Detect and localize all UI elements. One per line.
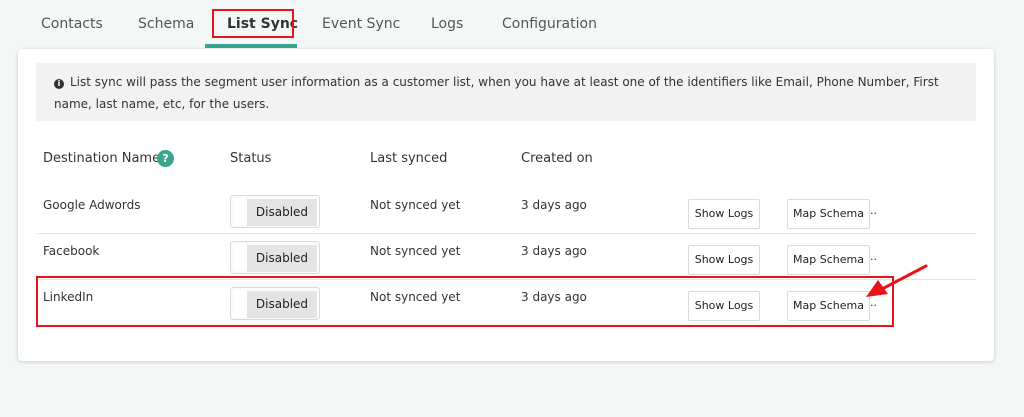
table-row: Google Adwords Disabled Not synced yet 3… <box>36 190 976 236</box>
tab-configuration[interactable]: Configuration <box>502 16 597 32</box>
show-logs-button[interactable]: Show Logs <box>688 199 760 229</box>
last-synced-value: Not synced yet <box>370 244 461 258</box>
tab-contacts[interactable]: Contacts <box>41 16 103 32</box>
tab-bar: Contacts Schema List Sync Event Sync Log… <box>0 0 1024 48</box>
header-status: Status <box>230 151 272 166</box>
status-toggle[interactable]: Disabled <box>230 195 320 228</box>
info-icon: i <box>54 79 64 89</box>
tab-event-sync[interactable]: Event Sync <box>322 16 400 32</box>
tab-highlight-box <box>212 9 294 38</box>
last-synced-value: Not synced yet <box>370 198 461 212</box>
toggle-knob <box>233 244 247 271</box>
more-menu[interactable]: .. <box>870 204 877 217</box>
status-toggle[interactable]: Disabled <box>230 241 320 274</box>
created-on-value: 3 days ago <box>521 244 587 258</box>
status-label: Disabled <box>247 245 317 272</box>
active-tab-indicator <box>205 44 297 48</box>
tab-logs[interactable]: Logs <box>431 16 463 32</box>
status-label: Disabled <box>247 199 317 226</box>
info-text: List sync will pass the segment user inf… <box>54 75 939 111</box>
destination-name: Facebook <box>43 244 100 258</box>
destination-name: Google Adwords <box>43 198 141 212</box>
tab-schema[interactable]: Schema <box>138 16 194 32</box>
header-last-synced: Last synced <box>370 151 448 166</box>
show-logs-button[interactable]: Show Logs <box>688 245 760 275</box>
row-divider <box>36 233 976 234</box>
help-icon[interactable]: ? <box>157 150 174 167</box>
map-schema-button[interactable]: Map Schema <box>787 199 870 229</box>
created-on-value: 3 days ago <box>521 198 587 212</box>
toggle-knob <box>233 198 247 225</box>
info-banner: i List sync will pass the segment user in… <box>36 63 976 121</box>
map-schema-button[interactable]: Map Schema <box>787 245 870 275</box>
header-destination-name: Destination Name <box>43 151 161 166</box>
row-highlight-box <box>36 276 894 327</box>
red-arrow-icon <box>866 264 928 297</box>
header-created-on: Created on <box>521 151 593 166</box>
